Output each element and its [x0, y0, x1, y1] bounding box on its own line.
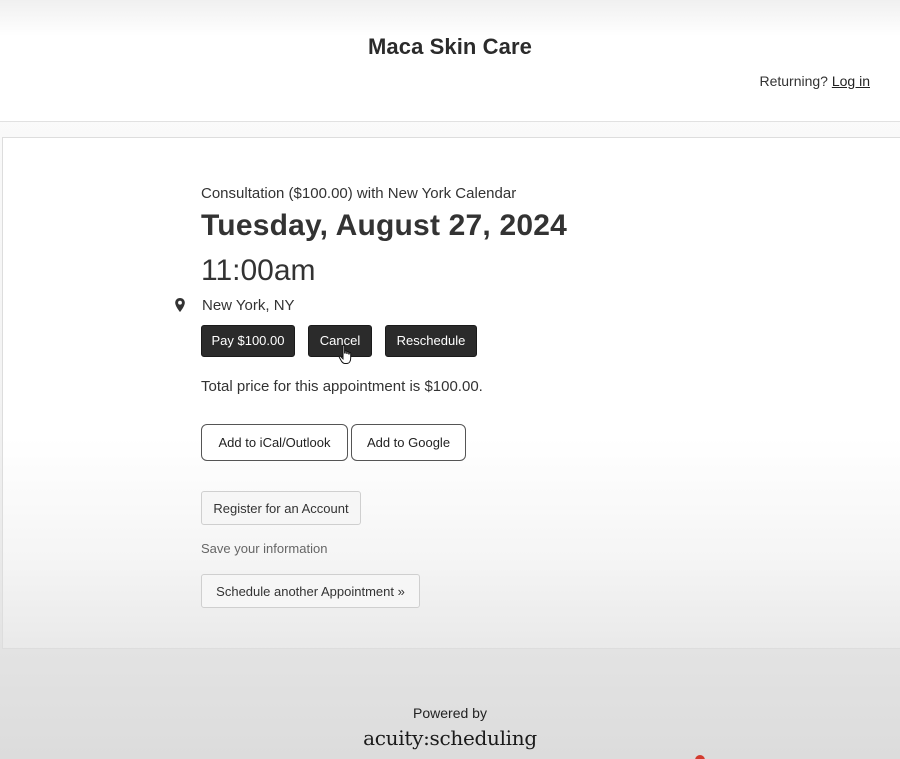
add-to-ical-button[interactable]: Add to iCal/Outlook — [201, 424, 348, 461]
hand-pointer-icon — [338, 344, 352, 364]
schedule-another-button[interactable]: Schedule another Appointment » — [201, 574, 420, 608]
returning-label: Returning? — [759, 73, 828, 89]
add-to-google-button[interactable]: Add to Google — [351, 424, 466, 461]
appointment-time: 11:00am — [201, 254, 316, 287]
acuity-logo[interactable]: acuity:scheduling — [0, 726, 900, 750]
save-info-text: Save your information — [201, 541, 328, 556]
red-dot — [695, 755, 705, 759]
login-link[interactable]: Log in — [832, 73, 870, 89]
reschedule-button[interactable]: Reschedule — [385, 325, 477, 357]
register-account-button[interactable]: Register for an Account — [201, 491, 361, 525]
returning-login: Returning? Log in — [759, 73, 870, 89]
location-text: New York, NY — [202, 297, 295, 314]
appointment-date: Tuesday, August 27, 2024 — [201, 209, 568, 242]
map-pin-icon — [175, 298, 185, 312]
pay-button[interactable]: Pay $100.00 — [201, 325, 295, 357]
total-price-text: Total price for this appointment is $100… — [201, 378, 483, 395]
business-name: Maca Skin Care — [367, 34, 533, 59]
service-line: Consultation ($100.00) with New York Cal… — [201, 185, 517, 202]
powered-by: Powered by — [413, 705, 487, 721]
header: Maca Skin Care Returning? Log in — [0, 0, 900, 122]
